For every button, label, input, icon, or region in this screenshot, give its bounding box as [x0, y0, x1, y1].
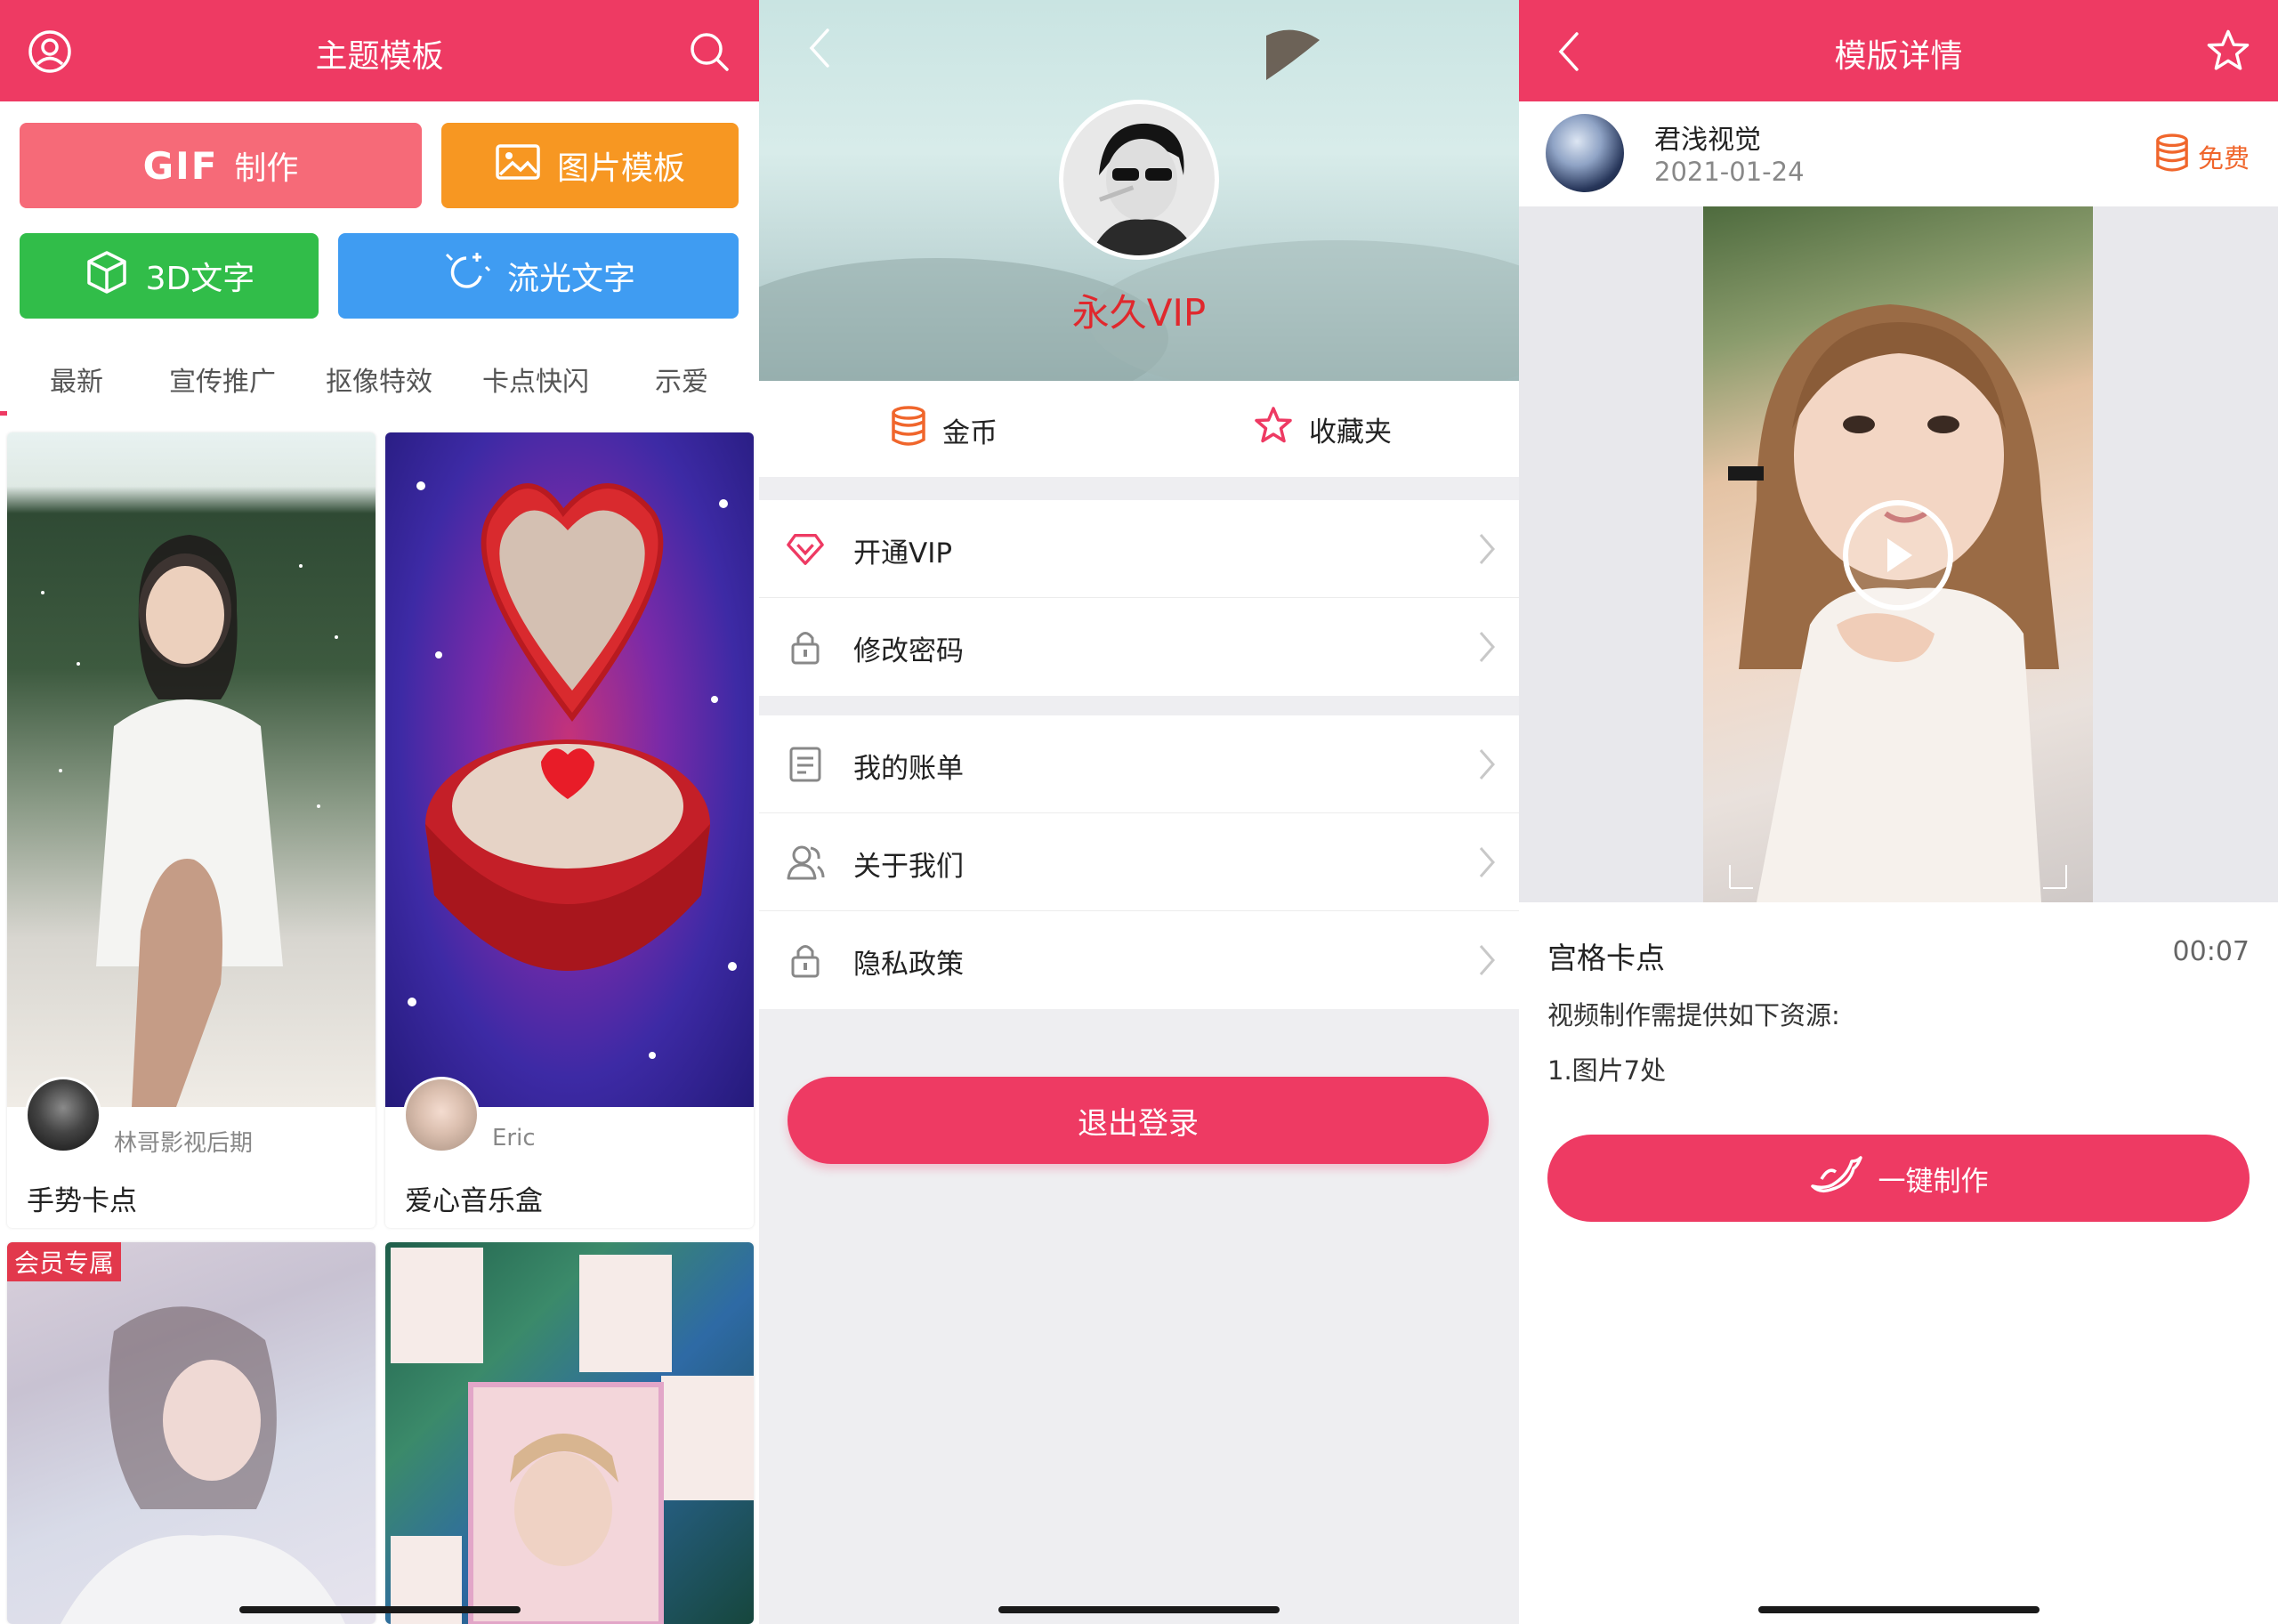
- gif-label: 制作: [234, 150, 299, 187]
- gif-label-strong: GIF: [142, 143, 219, 188]
- author-name: Eric: [492, 1125, 536, 1151]
- requirement-title: 视频制作需提供如下资源:: [1547, 1000, 1840, 1030]
- logout-button[interactable]: 退出登录: [788, 1077, 1489, 1164]
- menu-item-change-password[interactable]: 修改密码: [759, 598, 1519, 696]
- text-3d-button[interactable]: 3D文字: [20, 233, 319, 319]
- template-thumbnail: [7, 432, 376, 1107]
- menu-label: 开通VIP: [853, 537, 953, 570]
- template-detail-screen: 模版详情 君浅视觉 2021-01-24 免费 宫格卡点 00:07 视频制作需…: [1519, 0, 2278, 1624]
- bill-icon: [786, 745, 825, 784]
- price-label: 免费: [2197, 142, 2250, 174]
- text-3d-label: 3D文字: [145, 261, 255, 297]
- chevron-right-icon: [1478, 747, 1496, 785]
- coin-stack-icon: [891, 406, 926, 454]
- template-name: 手势卡点: [27, 1185, 137, 1217]
- avatar[interactable]: [25, 1077, 101, 1153]
- requirement-item: 1.图片7处: [1547, 1055, 1667, 1086]
- home-screen: 主题模板 GIF 制作 图片模板 3D文字 流光文字 最新 宣传推广 抠像特效 …: [0, 0, 759, 1624]
- tab-newest[interactable]: 最新: [50, 360, 103, 399]
- menu-label: 修改密码: [853, 635, 964, 667]
- favorites-label: 收藏夹: [1309, 416, 1392, 448]
- vip-status-label: 永久VIP: [1071, 291, 1207, 335]
- publish-date: 2021-01-24: [1654, 157, 1805, 187]
- image-icon: [495, 143, 541, 189]
- menu-item-open-vip[interactable]: 开通VIP: [759, 500, 1519, 598]
- make-label: 一键制作: [1878, 1165, 1989, 1198]
- menu-group-info: 我的账单 关于我们 隐私政策: [759, 715, 1519, 1009]
- video-preview[interactable]: [1703, 206, 2093, 902]
- lock-icon: [786, 627, 825, 667]
- bird-icon: [1809, 1154, 1864, 1202]
- menu-item-about-us[interactable]: 关于我们: [759, 813, 1519, 911]
- author-row: 君浅视觉 2021-01-24 免费: [1519, 101, 2278, 206]
- home-indicator: [238, 1606, 521, 1613]
- template-thumbnail: [385, 1242, 754, 1624]
- category-tabs: 最新 宣传推广 抠像特效 卡点快闪 示爱: [0, 349, 759, 411]
- menu-label: 我的账单: [853, 753, 964, 785]
- home-title: 主题模板: [315, 38, 444, 75]
- video-duration: 00:07: [2172, 936, 2250, 967]
- cube-icon: [84, 249, 130, 303]
- search-icon[interactable]: [687, 29, 731, 74]
- sparkle-icon: [441, 249, 491, 303]
- back-icon[interactable]: [802, 23, 837, 73]
- flow-text-button[interactable]: 流光文字: [338, 233, 739, 319]
- image-template-label: 图片模板: [556, 150, 685, 187]
- tab-matting-effects[interactable]: 抠像特效: [326, 360, 432, 399]
- gif-make-button[interactable]: GIF 制作: [20, 123, 422, 208]
- chevron-right-icon: [1478, 532, 1496, 570]
- menu-group-account: 开通VIP 修改密码: [759, 500, 1519, 696]
- one-click-make-button[interactable]: 一键制作: [1547, 1135, 2250, 1222]
- chevron-right-icon: [1478, 845, 1496, 883]
- favorites-button[interactable]: 收藏夹: [1254, 406, 1392, 452]
- avatar[interactable]: [1546, 114, 1624, 192]
- coins-label: 金币: [942, 416, 998, 449]
- template-card[interactable]: [385, 1242, 754, 1624]
- author-name: 林哥影视后期: [114, 1130, 254, 1157]
- people-icon: [786, 843, 825, 882]
- template-card[interactable]: Eric 爱心音乐盒: [385, 432, 754, 1228]
- star-icon: [1254, 406, 1293, 452]
- preview-area: [1519, 206, 2278, 902]
- template-thumbnail: [385, 432, 754, 1107]
- template-card[interactable]: 林哥影视后期 手势卡点: [7, 432, 376, 1228]
- home-header: 主题模板: [0, 0, 759, 101]
- tab-love[interactable]: 示爱: [655, 360, 708, 399]
- profile-banner: 永久VIP: [759, 0, 1519, 381]
- tab-promotion[interactable]: 宣传推广: [169, 360, 276, 399]
- chevron-right-icon: [1478, 630, 1496, 667]
- menu-item-my-bills[interactable]: 我的账单: [759, 715, 1519, 813]
- author-name: 君浅视觉: [1654, 125, 1761, 156]
- flow-text-label: 流光文字: [506, 261, 635, 297]
- menu-label: 关于我们: [853, 851, 964, 883]
- home-indicator: [1757, 1606, 2040, 1613]
- diamond-icon: [786, 529, 825, 569]
- coins-button[interactable]: 金币: [891, 406, 998, 454]
- profile-screen: 永久VIP 金币 收藏夹 开通VIP 修改密码 我的账单 关于我们 隐私政策 退…: [759, 0, 1519, 1624]
- coin-stack-icon: [2155, 133, 2189, 179]
- menu-label: 隐私政策: [853, 949, 964, 981]
- detail-title: 模版详情: [1834, 38, 1963, 75]
- detail-header: 模版详情: [1519, 0, 2278, 101]
- quick-actions: 金币 收藏夹: [759, 381, 1519, 477]
- price-badge: 免费: [2155, 133, 2250, 179]
- home-indicator: [998, 1606, 1280, 1613]
- menu-item-privacy-policy[interactable]: 隐私政策: [759, 911, 1519, 1009]
- tab-beat-flash[interactable]: 卡点快闪: [482, 360, 589, 399]
- chevron-right-icon: [1478, 943, 1496, 981]
- avatar[interactable]: [1059, 100, 1219, 260]
- image-template-button[interactable]: 图片模板: [441, 123, 739, 208]
- avatar[interactable]: [403, 1077, 480, 1153]
- template-thumbnail: [7, 1242, 376, 1624]
- template-name: 宫格卡点: [1547, 941, 1665, 975]
- template-name: 爱心音乐盒: [405, 1185, 543, 1217]
- template-card[interactable]: 会员专属: [7, 1242, 376, 1624]
- tab-indicator: [0, 411, 7, 416]
- favorite-star-icon[interactable]: [2204, 27, 2252, 75]
- lock-icon: [786, 941, 825, 980]
- member-exclusive-badge: 会员专属: [7, 1242, 122, 1281]
- play-icon[interactable]: [1843, 500, 1953, 610]
